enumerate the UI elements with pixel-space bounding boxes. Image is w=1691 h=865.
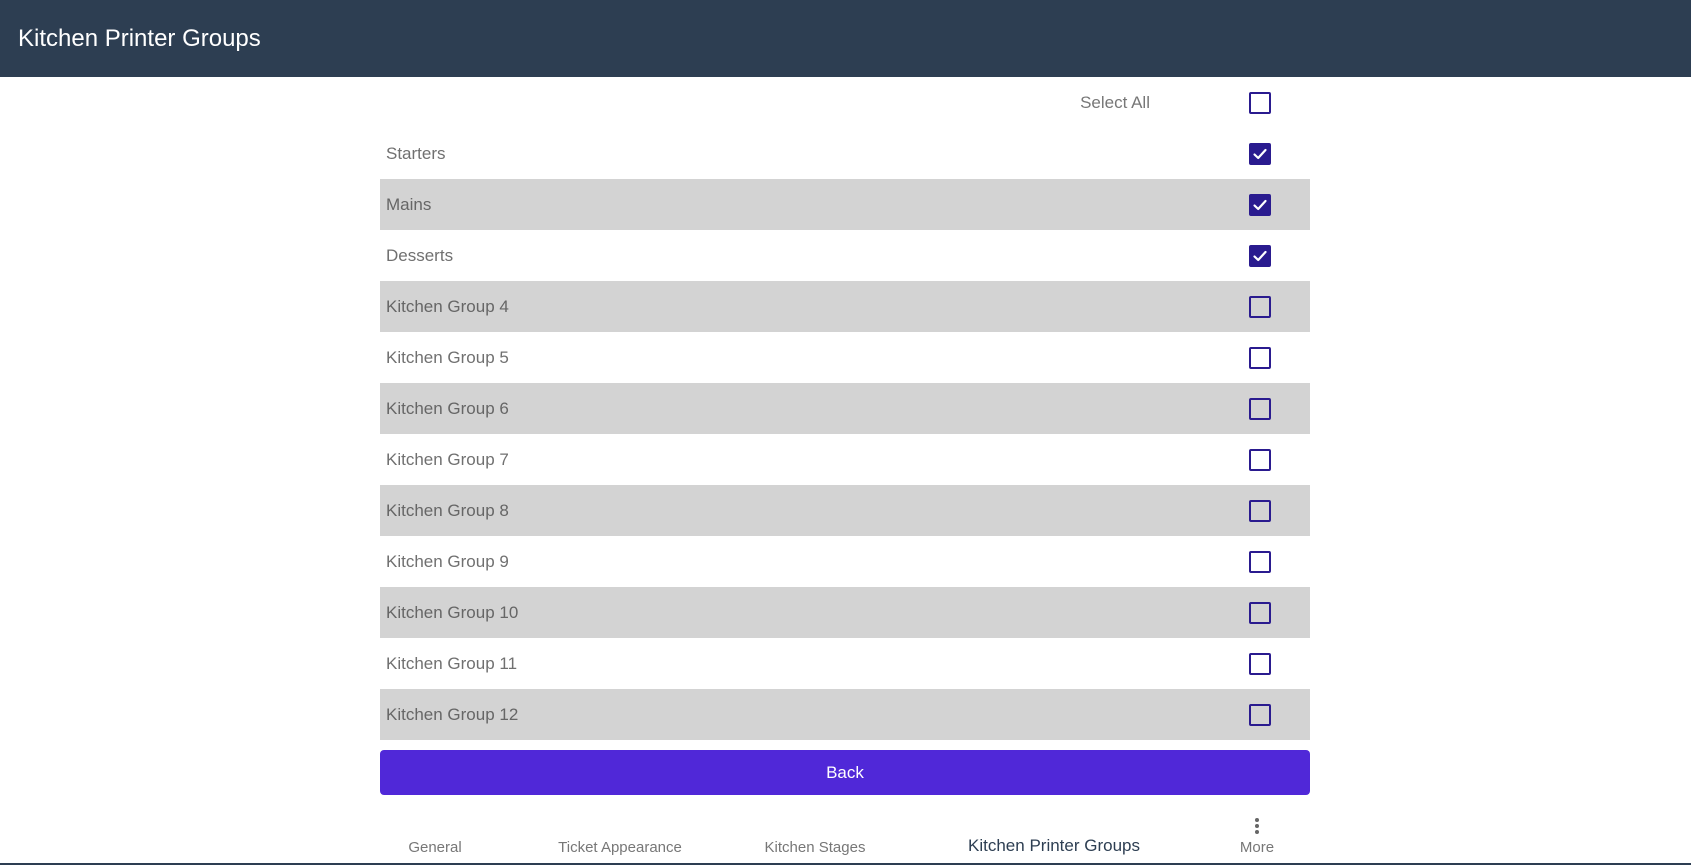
list-item[interactable]: Starters — [380, 128, 1310, 179]
group-label: Desserts — [386, 245, 454, 265]
group-label: Starters — [386, 143, 446, 163]
select-all-row: Select All — [380, 77, 1310, 128]
tab-label: Kitchen Printer Groups — [968, 836, 1140, 855]
tab-kitchen-stages[interactable]: Kitchen Stages — [750, 805, 880, 865]
checkmark-icon — [1253, 148, 1267, 159]
group-checkbox[interactable] — [1249, 193, 1271, 216]
group-checkbox[interactable] — [1249, 244, 1271, 267]
group-label: Kitchen Group 11 — [386, 653, 518, 673]
group-checkbox[interactable] — [1249, 499, 1271, 522]
list-item[interactable]: Kitchen Group 10 — [380, 587, 1310, 638]
tab-ticket-appearance[interactable]: Ticket Appearance — [540, 805, 700, 865]
group-label: Kitchen Group 9 — [386, 551, 509, 571]
bottom-nav: General Ticket Appearance Kitchen Stages… — [380, 805, 1310, 865]
group-checkbox[interactable] — [1249, 550, 1271, 573]
app-bar: Kitchen Printer Groups — [0, 0, 1691, 77]
group-label: Mains — [386, 194, 432, 214]
list-item[interactable]: Kitchen Group 6 — [380, 383, 1310, 434]
group-checkbox[interactable] — [1249, 703, 1271, 726]
list-item[interactable]: Kitchen Group 12 — [380, 689, 1310, 740]
group-checkbox[interactable] — [1249, 448, 1271, 471]
list-item[interactable]: Kitchen Group 11 — [380, 638, 1310, 689]
group-label: Kitchen Group 5 — [386, 347, 509, 367]
list-item[interactable]: Desserts — [380, 230, 1310, 281]
group-checkbox[interactable] — [1249, 601, 1271, 624]
tab-more[interactable]: More — [1222, 805, 1292, 865]
tab-label: Kitchen Stages — [764, 839, 866, 856]
list-item[interactable]: Kitchen Group 5 — [380, 332, 1310, 383]
back-button[interactable]: Back — [380, 750, 1310, 795]
checkmark-icon — [1253, 250, 1267, 261]
more-vertical-icon — [1255, 817, 1259, 835]
group-checkbox[interactable] — [1249, 346, 1271, 369]
list-item[interactable]: Kitchen Group 4 — [380, 281, 1310, 332]
tab-label: Ticket Appearance — [558, 839, 682, 856]
group-checkbox[interactable] — [1249, 397, 1271, 420]
tab-general[interactable]: General — [380, 805, 490, 865]
tab-label: More — [1239, 839, 1275, 856]
group-checkbox[interactable] — [1249, 295, 1271, 318]
group-list-panel: Select All Starters Mains Desserts Kitch… — [380, 77, 1310, 795]
select-all-label: Select All — [1080, 92, 1150, 112]
list-item[interactable]: Kitchen Group 9 — [380, 536, 1310, 587]
group-checkbox[interactable] — [1249, 142, 1271, 165]
group-label: Kitchen Group 10 — [386, 602, 519, 622]
list-item[interactable]: Kitchen Group 7 — [380, 434, 1310, 485]
tab-kitchen-printer-groups[interactable]: Kitchen Printer Groups — [948, 805, 1160, 865]
group-label: Kitchen Group 12 — [386, 704, 519, 724]
checkmark-icon — [1253, 199, 1267, 210]
tab-label: General — [408, 839, 462, 856]
list-item[interactable]: Kitchen Group 8 — [380, 485, 1310, 536]
group-label: Kitchen Group 6 — [386, 398, 509, 418]
select-all-checkbox[interactable] — [1249, 91, 1271, 114]
group-label: Kitchen Group 4 — [386, 296, 509, 316]
list-item[interactable]: Mains — [380, 179, 1310, 230]
group-checkbox[interactable] — [1249, 652, 1271, 675]
group-label: Kitchen Group 8 — [386, 500, 509, 520]
page-title: Kitchen Printer Groups — [18, 24, 261, 52]
group-label: Kitchen Group 7 — [386, 449, 509, 469]
